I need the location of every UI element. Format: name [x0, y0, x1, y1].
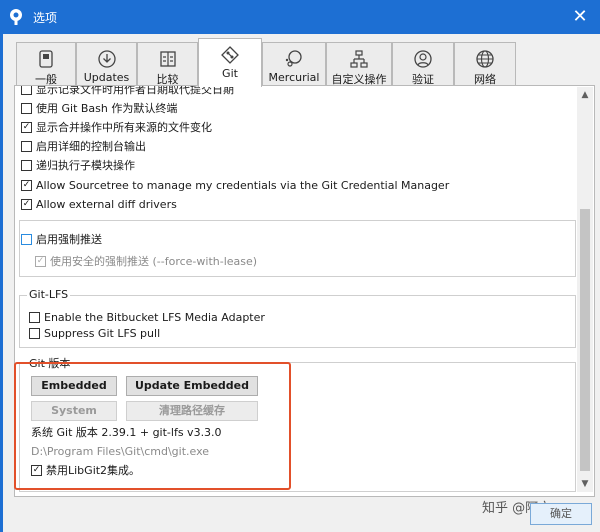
scroll-down-icon[interactable]: ▼: [577, 476, 593, 492]
vertical-scrollbar[interactable]: ▲ ▼: [577, 87, 593, 492]
ok-button[interactable]: 确定: [530, 503, 592, 525]
git-icon: [221, 46, 239, 64]
option-enable-force-push[interactable]: 启用强制推送: [21, 231, 102, 249]
checkbox: [35, 255, 46, 267]
tab-label: Mercurial: [268, 71, 320, 84]
title-bar: 选项 ✕: [0, 0, 600, 34]
option-author-date[interactable]: 显示记录文件时用作者日期取代提交日期: [21, 86, 234, 99]
option-label: 使用 Git Bash 作为默认终端: [36, 102, 178, 115]
checkbox[interactable]: [21, 102, 32, 114]
window-title: 选项: [33, 11, 58, 25]
option-label: 递归执行子模块操作: [36, 159, 135, 172]
option-credential-manager[interactable]: Allow Sourcetree to manage my credential…: [21, 177, 449, 195]
tab-git[interactable]: Git: [198, 38, 262, 87]
option-label: 使用安全的强制推送 (--force-with-lease): [50, 255, 258, 268]
option-label: 启用强制推送: [36, 233, 102, 246]
option-merge-file-changes[interactable]: 显示合并操作中所有来源的文件变化: [21, 119, 212, 137]
annotation-highlight-box: [14, 362, 291, 490]
download-icon: [97, 50, 116, 68]
tab-mercurial[interactable]: Mercurial: [262, 42, 326, 86]
checkbox[interactable]: [29, 311, 40, 323]
checkbox[interactable]: [21, 179, 32, 191]
globe-icon: [476, 50, 494, 68]
checkbox[interactable]: [21, 121, 32, 133]
compare-icon: [159, 51, 176, 67]
checkbox[interactable]: [21, 233, 32, 245]
checkbox[interactable]: [21, 86, 32, 95]
option-recursive-submodules[interactable]: 递归执行子模块操作: [21, 157, 135, 175]
option-label: Enable the Bitbucket LFS Media Adapter: [44, 311, 265, 324]
tab-label: Git: [222, 67, 238, 80]
tab-updates[interactable]: Updates: [76, 42, 137, 86]
option-verbose-console[interactable]: 启用详细的控制台输出: [21, 138, 146, 156]
tab-strip: 一般 Updates 比较 Git Mercurial 自定义操作 验证 网络: [16, 38, 590, 87]
option-label: Allow external diff drivers: [36, 198, 177, 211]
option-external-diff[interactable]: Allow external diff drivers: [21, 196, 177, 214]
option-label: 启用详细的控制台输出: [36, 140, 146, 153]
tab-custom-actions[interactable]: 自定义操作: [326, 42, 392, 86]
tab-network[interactable]: 网络: [454, 42, 516, 86]
option-label: 显示合并操作中所有来源的文件变化: [36, 121, 212, 134]
mercurial-icon: [285, 50, 302, 67]
checkbox[interactable]: [29, 327, 40, 339]
tab-compare[interactable]: 比较: [137, 42, 198, 86]
switch-icon: [39, 50, 53, 68]
option-suppress-lfs-pull[interactable]: Suppress Git LFS pull: [29, 325, 160, 343]
checkbox[interactable]: [21, 140, 32, 152]
sourcetree-logo-icon: [10, 9, 22, 25]
close-button[interactable]: ✕: [568, 5, 592, 29]
tab-label: Updates: [83, 71, 130, 84]
scroll-thumb[interactable]: [580, 209, 590, 471]
checkbox[interactable]: [21, 159, 32, 171]
tab-general[interactable]: 一般: [16, 42, 76, 86]
option-git-bash-terminal[interactable]: 使用 Git Bash 作为默认终端: [21, 100, 177, 118]
checkbox[interactable]: [21, 198, 32, 210]
workflow-icon: [350, 50, 368, 68]
option-label: Allow Sourcetree to manage my credential…: [36, 179, 450, 192]
tab-authentication[interactable]: 验证: [392, 42, 454, 86]
option-label: Suppress Git LFS pull: [44, 327, 161, 340]
git-lfs-legend: Git-LFS: [27, 288, 71, 301]
scroll-up-icon[interactable]: ▲: [577, 87, 593, 103]
user-icon: [414, 50, 432, 68]
window-edge: [0, 34, 3, 532]
option-force-with-lease: 使用安全的强制推送 (--force-with-lease): [35, 253, 257, 271]
